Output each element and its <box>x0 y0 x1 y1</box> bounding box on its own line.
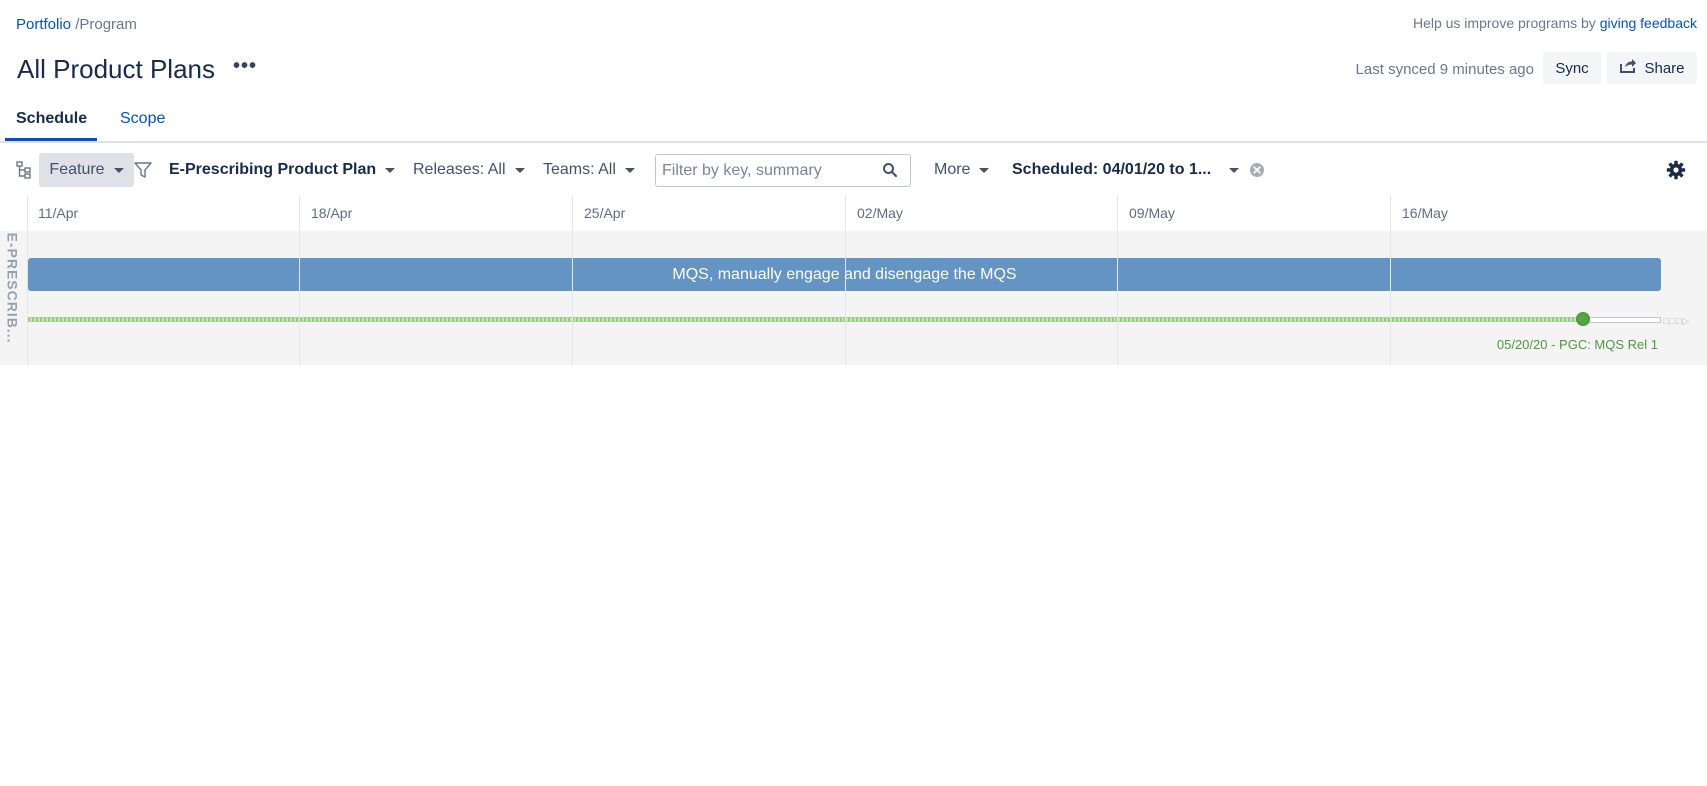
gear-icon[interactable] <box>1666 152 1686 188</box>
release-progress-line <box>28 317 1583 322</box>
chevron-down-icon <box>514 167 525 173</box>
sync-button[interactable]: Sync <box>1543 52 1601 84</box>
page-title: All Product Plans <box>17 54 215 84</box>
scheduled-range-label: Scheduled: 04/01/20 to 1... <box>1012 161 1212 178</box>
share-button-label: Share <box>1644 59 1685 77</box>
week-label: 09/May <box>1129 205 1175 221</box>
teams-dropdown[interactable]: Teams: All <box>543 152 635 188</box>
week-label: 16/May <box>1402 205 1448 221</box>
week-label: 18/Apr <box>311 205 353 221</box>
search-input[interactable] <box>662 155 872 186</box>
hierarchy-level-label: Feature <box>49 161 105 178</box>
swimlane-label: E-PRESCRIB... <box>1 232 23 344</box>
feedback-link[interactable]: giving feedback <box>1600 15 1697 31</box>
plan-toolbar: Feature E-Prescribing Product Plan Relea… <box>0 152 1707 188</box>
sync-button-label: Sync <box>1555 59 1589 77</box>
view-tabs: Schedule Scope <box>0 100 1707 143</box>
column-divider <box>1390 195 1391 365</box>
plan-label: E-Prescribing Product Plan <box>169 161 377 178</box>
filter-icon[interactable] <box>133 152 153 188</box>
release-marker[interactable] <box>1576 312 1590 326</box>
breadcrumb: Portfolio /Program <box>16 16 137 33</box>
chevron-down-icon <box>624 167 635 173</box>
hierarchy-level-dropdown[interactable]: Feature <box>39 153 134 187</box>
swimlane-title: E-PRESCRIB... <box>4 232 21 344</box>
release-label: 05/20/20 - PGC: MQS Rel 1 <box>1496 337 1658 352</box>
breadcrumb-portfolio-link[interactable]: Portfolio <box>16 16 71 33</box>
chevron-down-icon <box>1229 167 1240 173</box>
more-actions-button[interactable]: ••• <box>233 55 257 78</box>
chevron-down-icon <box>979 167 990 173</box>
timeline-header: 11/Apr 18/Apr 25/Apr 02/May 09/May 16/Ma… <box>0 195 1707 231</box>
swimlane: E-PRESCRIB... MQS, manually engage and d… <box>0 231 1707 365</box>
column-divider <box>572 195 573 365</box>
more-filters-label: More <box>934 161 971 178</box>
share-icon <box>1619 58 1637 78</box>
column-divider <box>299 195 300 365</box>
schedule-timeline: 11/Apr 18/Apr 25/Apr 02/May 09/May 16/Ma… <box>0 195 1707 365</box>
active-tab-indicator <box>5 138 97 141</box>
releases-label: Releases: All <box>413 161 506 178</box>
chevron-down-icon <box>113 167 124 173</box>
more-filters-dropdown[interactable]: More <box>934 152 990 188</box>
last-synced-text: Last synced 9 minutes ago <box>1355 61 1534 78</box>
search-icon[interactable] <box>882 162 898 183</box>
release-remaining-segment <box>1589 317 1661 323</box>
plan-dropdown[interactable]: E-Prescribing Product Plan <box>169 152 396 188</box>
releases-dropdown[interactable]: Releases: All <box>413 152 525 188</box>
release-tail-marks: □□□▷ <box>1663 316 1691 326</box>
column-divider <box>1117 195 1118 365</box>
scheduled-range-dropdown[interactable]: Scheduled: 04/01/20 to 1... <box>1012 152 1240 188</box>
feedback-prompt: Help us improve programs by giving feedb… <box>1413 15 1697 31</box>
week-label: 25/Apr <box>584 205 626 221</box>
column-divider <box>27 195 28 365</box>
share-button[interactable]: Share <box>1607 52 1697 84</box>
week-label: 02/May <box>857 205 903 221</box>
tab-scope[interactable]: Scope <box>120 110 165 128</box>
week-label: 11/Apr <box>38 205 79 221</box>
chevron-down-icon <box>385 167 396 173</box>
clear-icon[interactable] <box>1249 152 1265 188</box>
breadcrumb-current: Program <box>79 16 137 33</box>
hierarchy-icon[interactable] <box>16 152 32 188</box>
feedback-text: Help us improve programs by <box>1412 15 1600 31</box>
search-field <box>655 154 911 187</box>
column-divider <box>845 195 846 365</box>
tab-schedule[interactable]: Schedule <box>16 110 87 128</box>
teams-label: Teams: All <box>543 161 616 178</box>
